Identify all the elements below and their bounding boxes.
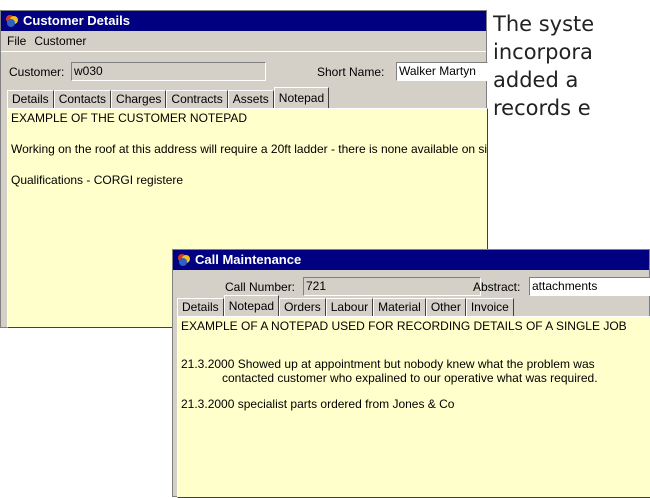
call-tabs: Details Notepad Orders Labour Material O… bbox=[177, 295, 514, 316]
note-line: 21.3.2000 specialist parts ordered from … bbox=[181, 397, 455, 411]
tab-material[interactable]: Material bbox=[373, 298, 426, 316]
short-name-field[interactable]: Walker Martyn bbox=[396, 62, 488, 81]
customer-label: Customer: bbox=[9, 65, 65, 79]
tab-details[interactable]: Details bbox=[7, 90, 54, 108]
note-line: EXAMPLE OF THE CUSTOMER NOTEPAD bbox=[11, 111, 248, 125]
app-logo-icon bbox=[178, 254, 190, 266]
side-text-line: added a bbox=[493, 68, 579, 92]
app-logo-icon bbox=[6, 15, 18, 27]
call-maintenance-window: Call Maintenance Call Number: 721 Abstra… bbox=[172, 249, 650, 498]
call-notepad[interactable]: EXAMPLE OF A NOTEPAD USED FOR RECORDING … bbox=[177, 316, 650, 498]
customer-details-titlebar[interactable]: Customer Details bbox=[1, 11, 486, 31]
customer-tabs: Details Contacts Charges Contracts Asset… bbox=[7, 87, 330, 108]
menu-file[interactable]: File bbox=[3, 31, 30, 51]
customer-field[interactable]: w030 bbox=[71, 62, 266, 81]
window-title: Call Maintenance bbox=[195, 252, 302, 267]
tab-invoice[interactable]: Invoice bbox=[465, 298, 514, 316]
tab-other[interactable]: Other bbox=[425, 298, 466, 316]
tab-contacts[interactable]: Contacts bbox=[53, 90, 112, 108]
abstract-label: Abstract: bbox=[473, 280, 521, 294]
menu-bar: File Customer bbox=[1, 31, 486, 52]
tab-notepad[interactable]: Notepad bbox=[223, 295, 280, 316]
side-text-line: The syste bbox=[493, 12, 595, 36]
note-line: Working on the roof at this address will… bbox=[11, 142, 488, 156]
window-title: Customer Details bbox=[23, 13, 130, 28]
side-text: The syste incorpora added a records e bbox=[493, 10, 650, 122]
tab-labour[interactable]: Labour bbox=[325, 298, 374, 316]
side-text-line: incorpora bbox=[493, 40, 593, 64]
menu-customer[interactable]: Customer bbox=[30, 31, 90, 51]
tab-assets[interactable]: Assets bbox=[227, 90, 274, 108]
short-name-label: Short Name: bbox=[317, 65, 385, 79]
tab-details[interactable]: Details bbox=[177, 298, 224, 316]
tab-orders[interactable]: Orders bbox=[279, 298, 326, 316]
note-line: contacted customer who expalined to our … bbox=[222, 371, 598, 385]
note-line: 21.3.2000 Showed up at appointment but n… bbox=[181, 357, 595, 371]
side-text-line: records e bbox=[493, 96, 591, 120]
call-number-field[interactable]: 721 bbox=[303, 277, 481, 296]
call-number-label: Call Number: bbox=[225, 280, 296, 294]
tab-contracts[interactable]: Contracts bbox=[166, 90, 228, 108]
note-line: Qualifications - CORGI registere bbox=[11, 173, 184, 187]
call-maintenance-titlebar[interactable]: Call Maintenance bbox=[173, 250, 649, 270]
tab-notepad[interactable]: Notepad bbox=[273, 87, 330, 108]
tab-charges[interactable]: Charges bbox=[111, 90, 167, 108]
abstract-field[interactable]: attachments bbox=[529, 277, 650, 296]
note-line: EXAMPLE OF A NOTEPAD USED FOR RECORDING … bbox=[181, 319, 627, 333]
